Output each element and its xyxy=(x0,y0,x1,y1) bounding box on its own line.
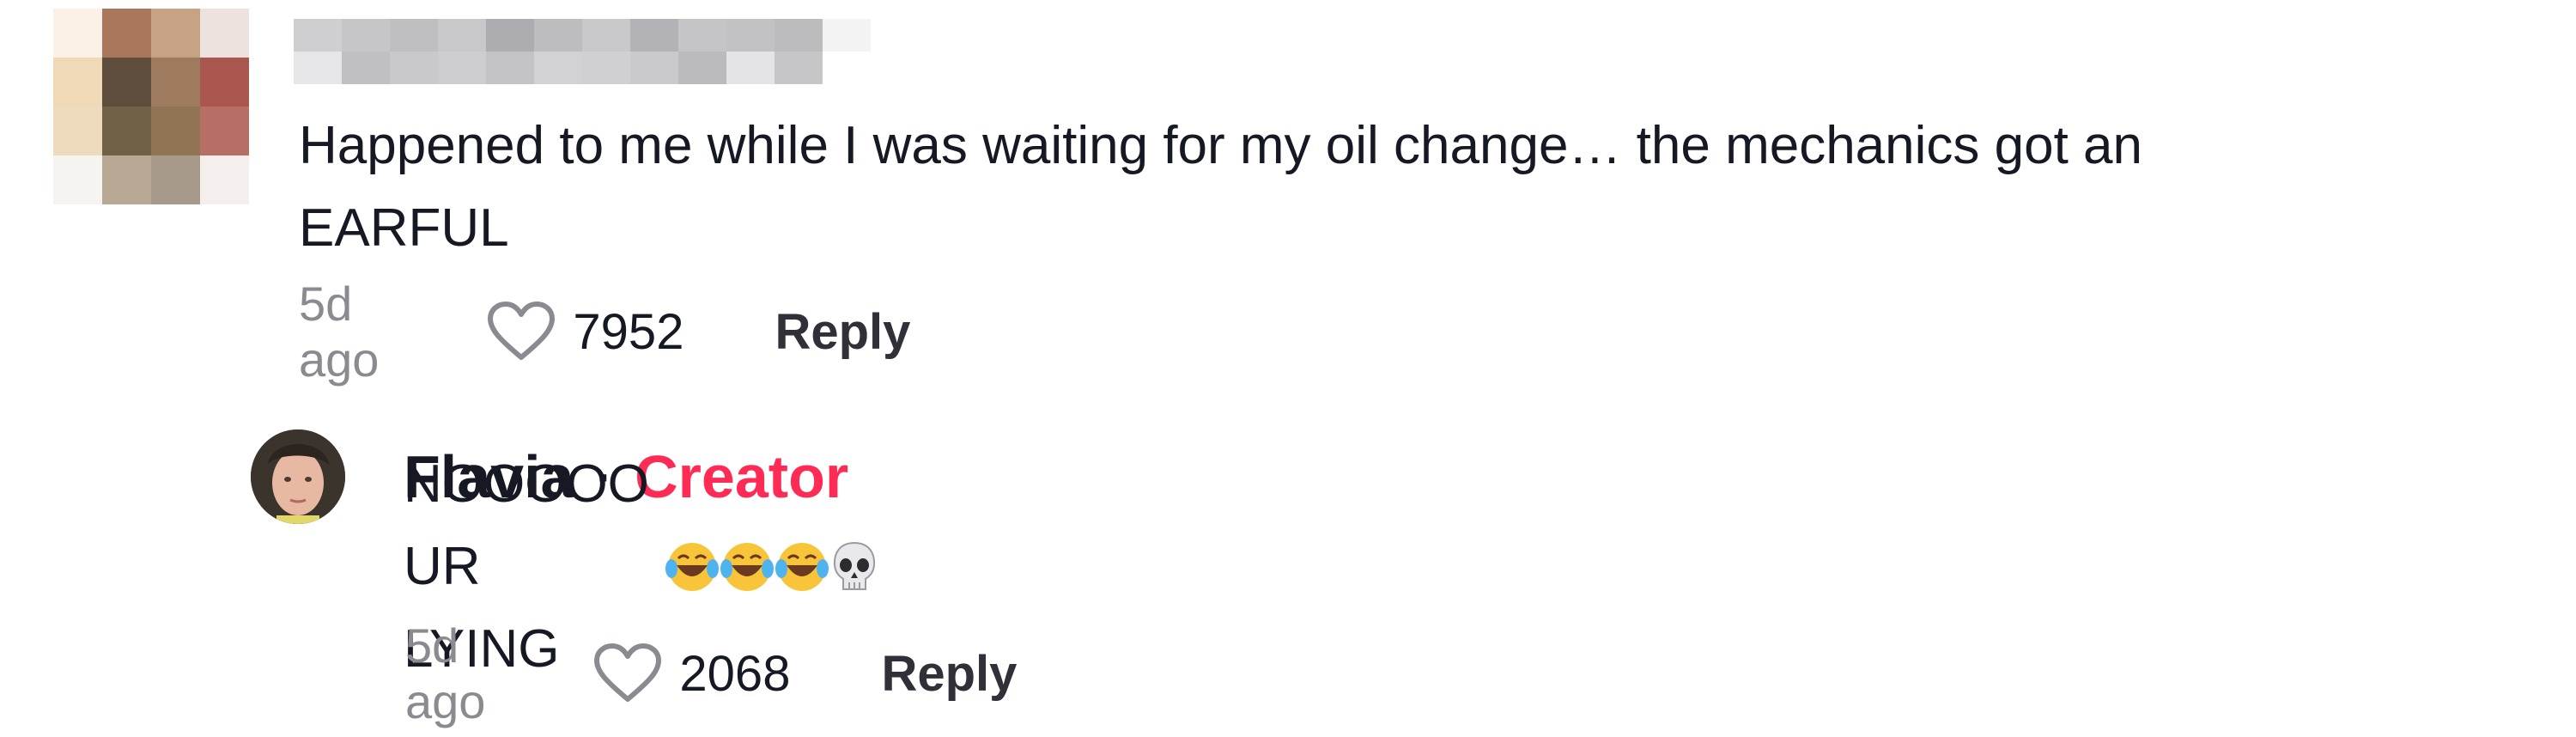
like-button[interactable]: 7952 xyxy=(487,301,683,362)
laughing-tears-emoji xyxy=(775,543,829,591)
heart-outline-icon xyxy=(488,302,556,360)
like-count: 7952 xyxy=(573,303,684,360)
timestamp: 5d ago xyxy=(405,618,486,728)
comment-text: Happened to me while I was waiting for m… xyxy=(299,116,2143,258)
skull-emoji xyxy=(833,541,875,590)
avatar[interactable] xyxy=(251,429,345,524)
reply-button[interactable]: Reply xyxy=(775,303,910,361)
like-count: 2068 xyxy=(679,645,791,702)
heart-outline-icon xyxy=(594,643,662,702)
avatar-photo xyxy=(251,429,345,524)
timestamp: 5d ago xyxy=(299,277,380,387)
avatar[interactable] xyxy=(53,9,249,204)
comment-actions: 5d ago 7952 Reply xyxy=(299,277,910,387)
reply-button[interactable]: Reply xyxy=(881,645,1017,703)
creator-badge: Creator xyxy=(635,443,849,510)
laughing-tears-emoji xyxy=(665,543,719,591)
like-button[interactable]: 2068 xyxy=(593,643,790,704)
reply-actions: 5d ago 2068 Reply xyxy=(405,618,1017,728)
reply-text-row: NOOOOO UR LYING xyxy=(404,454,879,679)
blurred-username[interactable] xyxy=(294,19,871,84)
laughing-tears-emoji xyxy=(720,543,774,591)
